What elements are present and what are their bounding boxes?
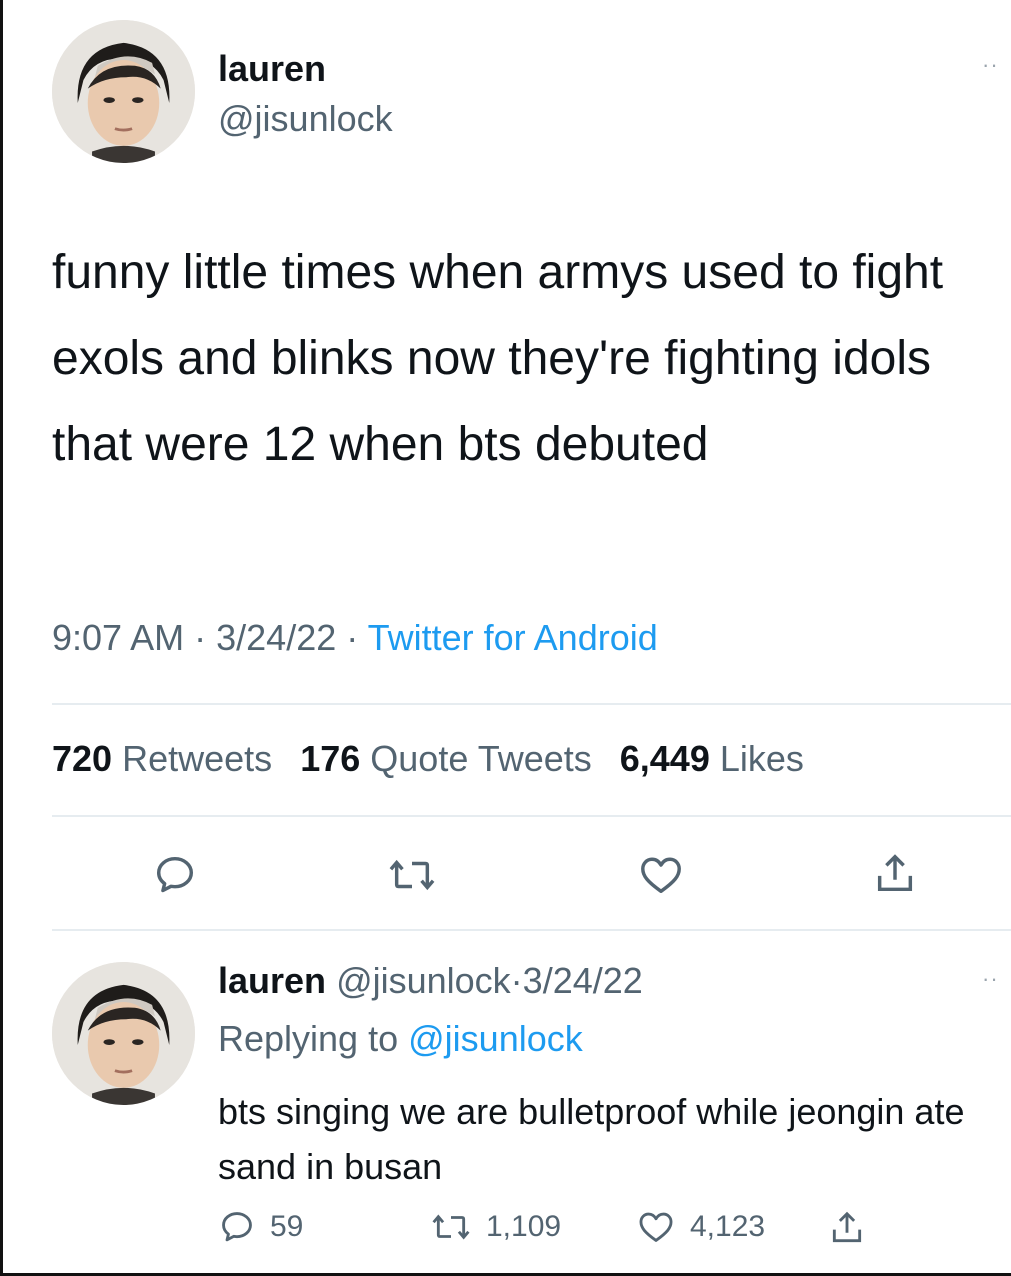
reply-text: bts singing we are bulletproof while jeo… [218,1091,965,1187]
replying-to-label: Replying to [218,1018,399,1059]
tweet-date[interactable]: 3/24/22 [216,617,336,658]
tweet-time[interactable]: 9:07 AM [52,617,184,658]
author-name[interactable]: lauren [218,48,326,90]
like-icon [641,857,681,894]
tweet-text: funny little times when armys used to fi… [52,246,944,471]
quotes-count: 176 [300,738,361,779]
reply-author-avatar[interactable] [52,962,195,1105]
replying-to: Replying to @jisunlock [218,1018,583,1060]
meta-separator: · [194,617,207,658]
reply-more-options-icon[interactable]: ·· [982,966,999,992]
reply-header: lauren @jisunlock·3/24/22 [218,960,643,1002]
reply-icon [222,1212,252,1242]
reply-like-count: 4,123 [690,1210,766,1243]
tweet-metadata: 9:07 AM · 3/24/22 · Twitter for Android [52,617,658,659]
retweets-label: Retweets [122,738,273,779]
author-avatar[interactable] [52,20,195,163]
meta-separator: · [346,617,359,658]
retweets-stat[interactable]: 720 Retweets [52,738,272,779]
author-handle[interactable]: @jisunlock [218,98,393,140]
quotes-stat[interactable]: 176 Quote Tweets [300,738,592,779]
reply-reply-button[interactable]: 59 [218,1208,303,1246]
share-icon [832,1211,862,1243]
reply-like-button[interactable]: 4,123 [636,1208,765,1246]
divider [52,929,1011,931]
like-icon [639,1212,673,1242]
share-icon [877,854,913,892]
retweet-icon [389,859,435,891]
reply-reply-count: 59 [270,1210,304,1243]
avatar-photo-icon [52,20,195,163]
avatar-photo-icon [52,962,195,1105]
reply-retweet-button[interactable]: 1,109 [430,1208,561,1246]
retweet-icon [432,1214,470,1240]
like-button[interactable] [637,852,685,898]
likes-stat[interactable]: 6,449 Likes [620,738,804,779]
tweet-stats: 720 Retweets 176 Quote Tweets 6,449 Like… [52,738,804,780]
divider [52,815,1011,817]
replying-to-handle[interactable]: @jisunlock [408,1018,583,1059]
reply-author-name[interactable]: lauren [218,960,326,1001]
retweet-button[interactable] [387,852,437,898]
likes-label: Likes [719,738,804,779]
meta-separator: · [510,960,523,1001]
reply-share-button[interactable] [828,1208,866,1248]
reply-date[interactable]: 3/24/22 [523,960,643,1001]
reply-retweet-count: 1,109 [486,1210,562,1243]
likes-count: 6,449 [619,738,710,779]
retweets-count: 720 [52,738,113,779]
reply-button[interactable] [152,852,198,898]
reply-icon [156,856,194,893]
reply-author-handle[interactable]: @jisunlock [336,960,511,1001]
divider [52,703,1011,705]
tweet-source-link[interactable]: Twitter for Android [368,617,658,658]
more-options-icon[interactable]: ·· [982,52,999,78]
share-button[interactable] [872,850,918,898]
quotes-label: Quote Tweets [370,738,592,779]
